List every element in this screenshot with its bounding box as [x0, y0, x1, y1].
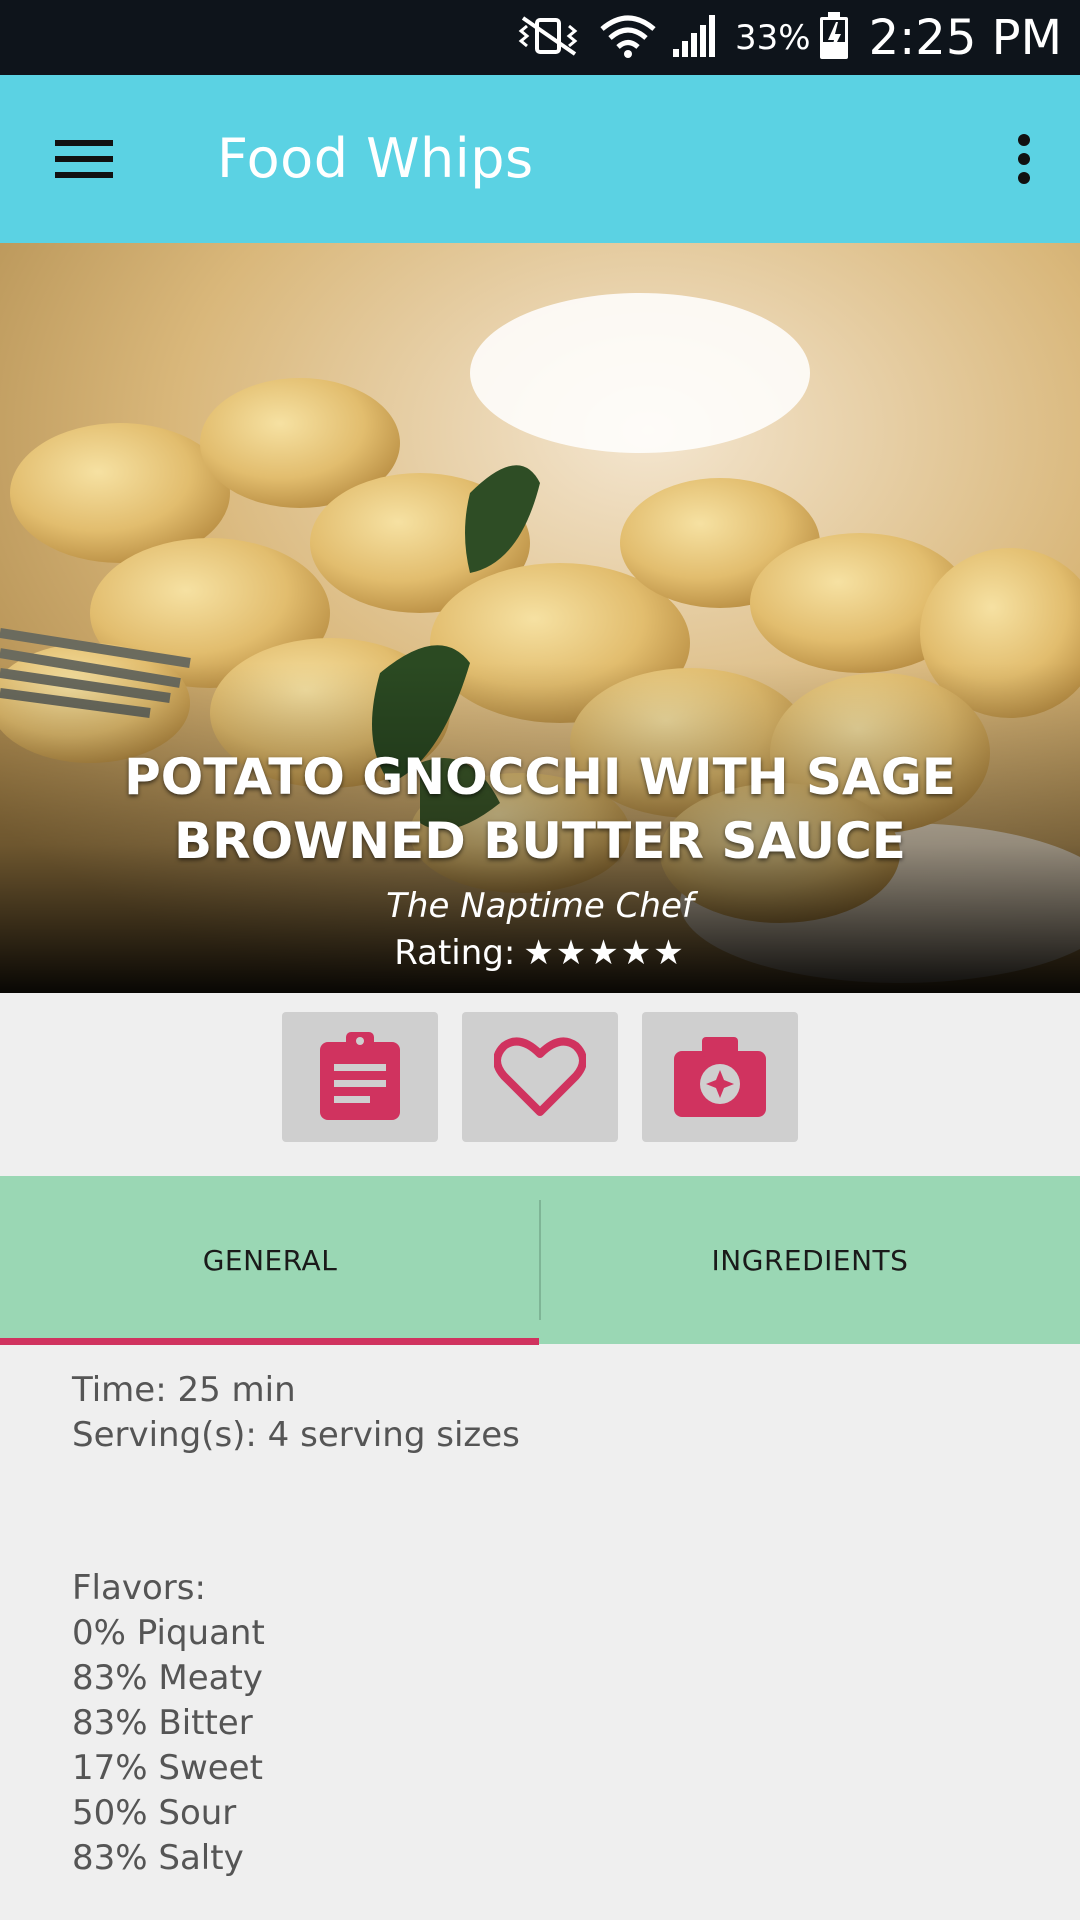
flavors-list: Flavors: 0% Piquant 83% Meaty 83% Bitter… [72, 1566, 265, 1881]
clock: 2:25 PM [868, 9, 1062, 66]
flavor-item: 83% Meaty [72, 1658, 263, 1698]
flavor-item: 0% Piquant [72, 1613, 265, 1653]
recipe-tabs: GENERAL INGREDIENTS [0, 1176, 1080, 1344]
recipe-rating: Rating: ★★★★★ [0, 933, 1080, 973]
rating-label: Rating: [394, 933, 516, 973]
selected-tab-indicator [0, 1338, 539, 1345]
recipe-hero: POTATO GNOCCHI WITH SAGE BROWNED BUTTER … [0, 243, 1080, 993]
wifi-icon [599, 13, 657, 63]
menu-button[interactable] [36, 119, 132, 199]
overflow-menu-button[interactable] [992, 119, 1056, 199]
general-content: Time: 25 min Serving(s): 4 serving sizes… [72, 1368, 1032, 1878]
flavor-item: 17% Sweet [72, 1748, 263, 1788]
servings: Serving(s): 4 serving sizes [72, 1415, 520, 1455]
recipe-source[interactable]: The Naptime Chef [0, 886, 1080, 926]
flavor-item: 83% Salty [72, 1838, 244, 1878]
flavor-item: 83% Bitter [72, 1703, 253, 1743]
favorite-button[interactable] [462, 1012, 618, 1142]
rating-stars: ★★★★★ [523, 933, 686, 973]
app-title: Food Whips [217, 127, 534, 190]
recipe-title: POTATO GNOCCHI WITH SAGE BROWNED BUTTER … [124, 748, 956, 870]
signal-icon [671, 13, 721, 63]
hamburger-menu-icon [55, 140, 113, 178]
add-photo-button[interactable] [642, 1012, 798, 1142]
flavors-heading: Flavors: [72, 1568, 206, 1608]
recipe-screen: 33% 2:25 PM Food Whips POTATO GNOCCHI WI… [0, 0, 1080, 1920]
heart-outline-icon [494, 1037, 586, 1116]
tab-ingredients[interactable]: INGREDIENTS [540, 1176, 1080, 1344]
clipboard-icon [320, 1032, 400, 1120]
flavor-item: 50% Sour [72, 1793, 237, 1833]
battery-charging-icon [819, 11, 849, 64]
cook-time: Time: 25 min [72, 1370, 296, 1410]
camera-icon [674, 1037, 766, 1117]
app-bar: Food Whips [0, 75, 1080, 243]
status-icons: 33% 2:25 PM [513, 0, 1062, 75]
tab-general[interactable]: GENERAL [0, 1176, 540, 1344]
notes-button[interactable] [282, 1012, 438, 1142]
recipe-actions [0, 1012, 1080, 1142]
more-vert-icon [1018, 134, 1030, 184]
battery-percent: 33% [735, 17, 811, 58]
status-bar: 33% 2:25 PM [0, 0, 1080, 75]
vibrate-mute-icon [513, 14, 585, 62]
